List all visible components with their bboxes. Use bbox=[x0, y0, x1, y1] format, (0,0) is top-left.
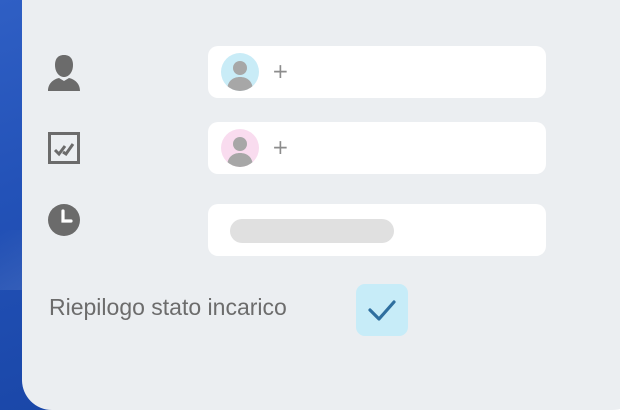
add-reviewer-button[interactable]: + bbox=[272, 135, 289, 159]
reviewer-field[interactable]: + bbox=[208, 122, 546, 174]
summary-label: Riepilogo stato incarico bbox=[49, 294, 287, 320]
person-avatar-icon bbox=[221, 53, 259, 91]
person-avatar-icon bbox=[221, 129, 259, 167]
summary-checkbox[interactable] bbox=[356, 284, 408, 336]
time-placeholder-bar bbox=[230, 219, 394, 243]
assignee-field[interactable]: + bbox=[208, 46, 546, 98]
add-assignee-button[interactable]: + bbox=[272, 59, 289, 83]
checkmark-icon bbox=[368, 300, 396, 321]
user-icon bbox=[47, 53, 81, 96]
time-field[interactable] bbox=[208, 204, 546, 256]
clock-icon bbox=[48, 204, 80, 241]
checklist-icon bbox=[48, 132, 80, 169]
